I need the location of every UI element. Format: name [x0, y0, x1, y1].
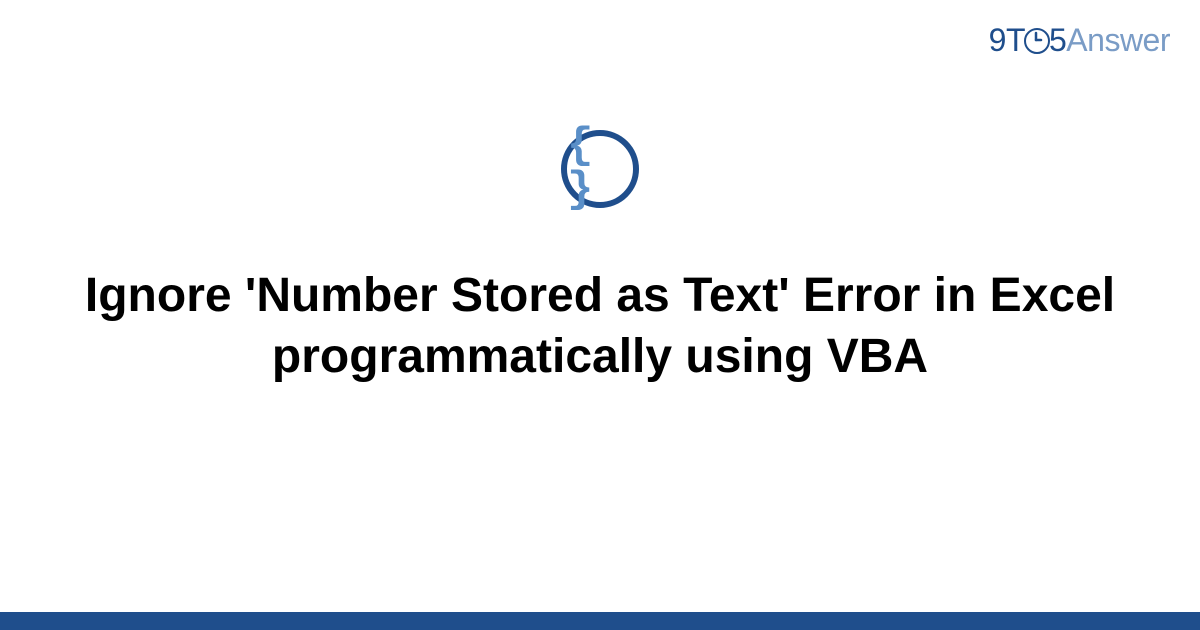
site-logo: 9T 5Answer [989, 22, 1170, 59]
clock-icon [1024, 28, 1050, 54]
page-title: Ignore 'Number Stored as Text' Error in … [60, 265, 1140, 388]
footer-bar [0, 612, 1200, 630]
logo-text-5: 5 [1049, 22, 1066, 58]
braces-glyph: { } [567, 124, 633, 212]
logo-text-answer: Answer [1066, 22, 1170, 58]
category-icon: { } [561, 130, 639, 208]
logo-text-9t: 9T [989, 22, 1025, 58]
code-braces-icon: { } [561, 130, 639, 208]
